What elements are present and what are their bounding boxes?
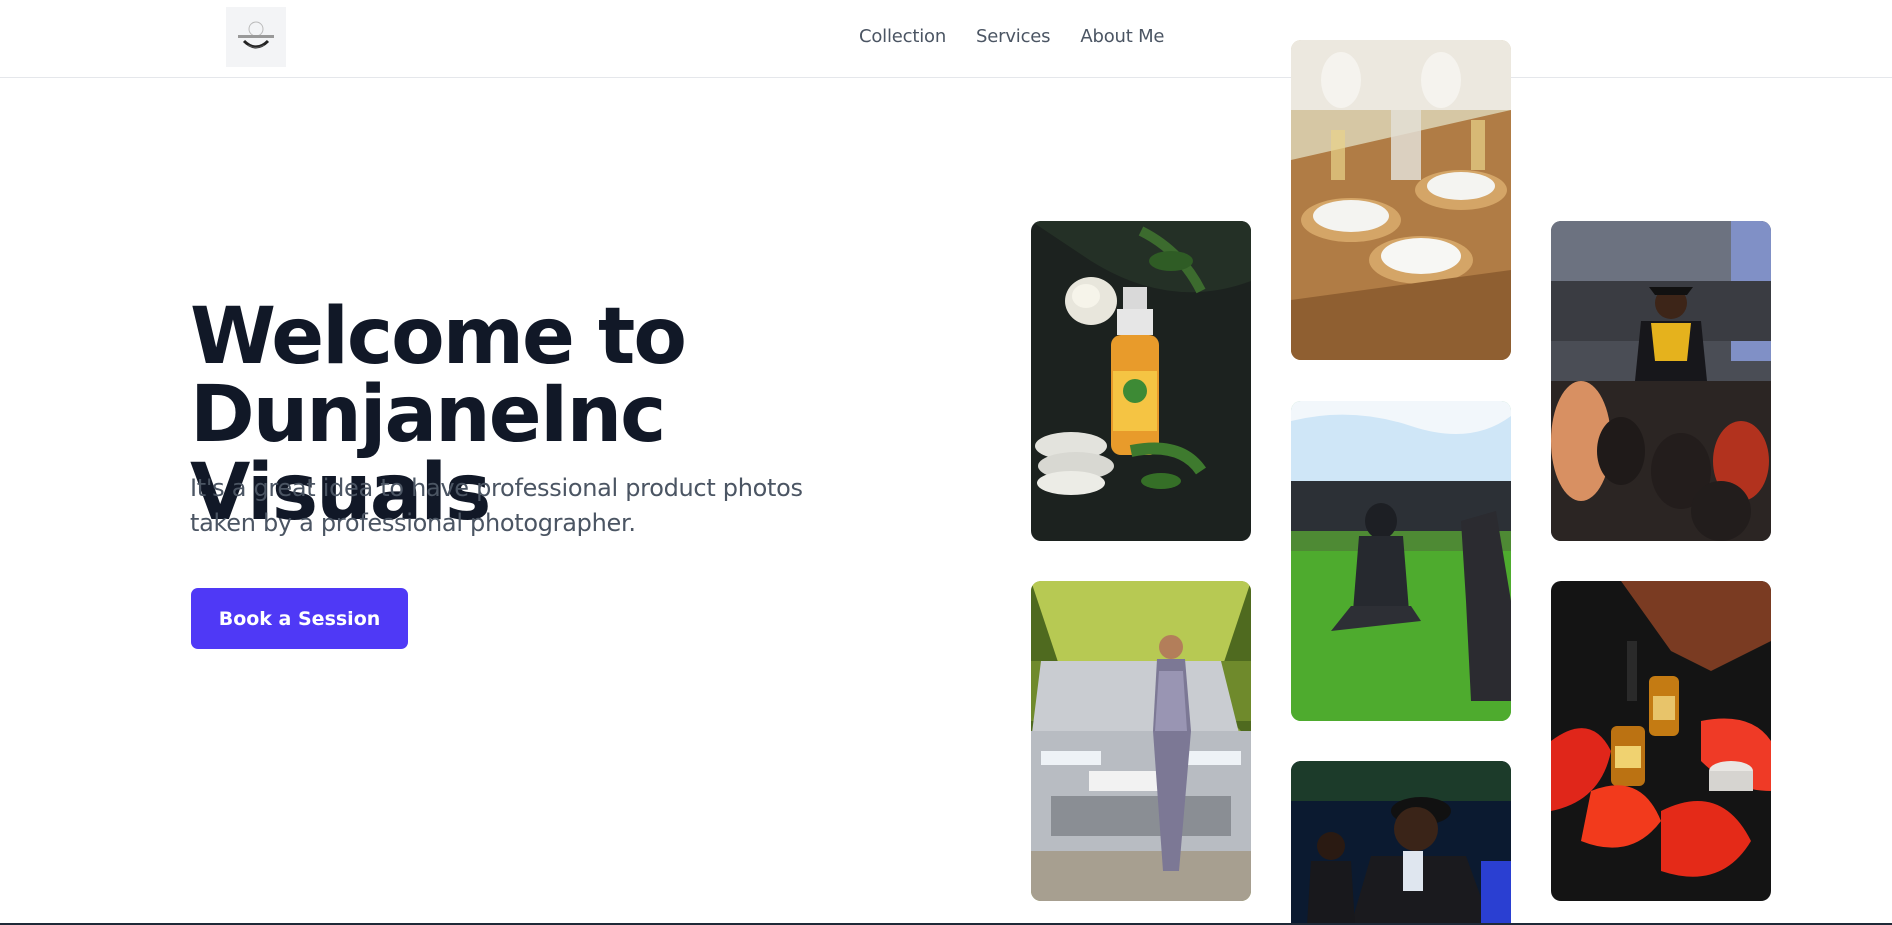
gallery-photo-party-portrait[interactable] (1291, 761, 1511, 925)
gallery-photo-oil-bottles-petals[interactable] (1551, 581, 1771, 901)
nav-link-collection[interactable]: Collection (859, 26, 946, 47)
gallery-photo-car-portrait[interactable] (1031, 581, 1251, 901)
nav-link-about-me[interactable]: About Me (1080, 26, 1164, 47)
brand-logo[interactable] (226, 7, 286, 67)
gallery-photo-product-spray[interactable] (1031, 221, 1251, 541)
book-session-button[interactable]: Book a Session (191, 588, 408, 649)
gallery-photo-kneeling-grass[interactable] (1291, 401, 1511, 721)
logo-icon (238, 21, 274, 49)
gallery-photo-table-setting[interactable] (1291, 40, 1511, 360)
gallery-photo-graduation[interactable] (1551, 221, 1771, 541)
hero-subtitle: It's a great idea to have professional p… (190, 474, 803, 537)
main-nav: Collection Services About Me (859, 26, 1165, 47)
site-header: Collection Services About Me (0, 0, 1892, 78)
nav-link-services[interactable]: Services (976, 26, 1051, 47)
hero-title-line-1: Welcome to (190, 292, 687, 382)
